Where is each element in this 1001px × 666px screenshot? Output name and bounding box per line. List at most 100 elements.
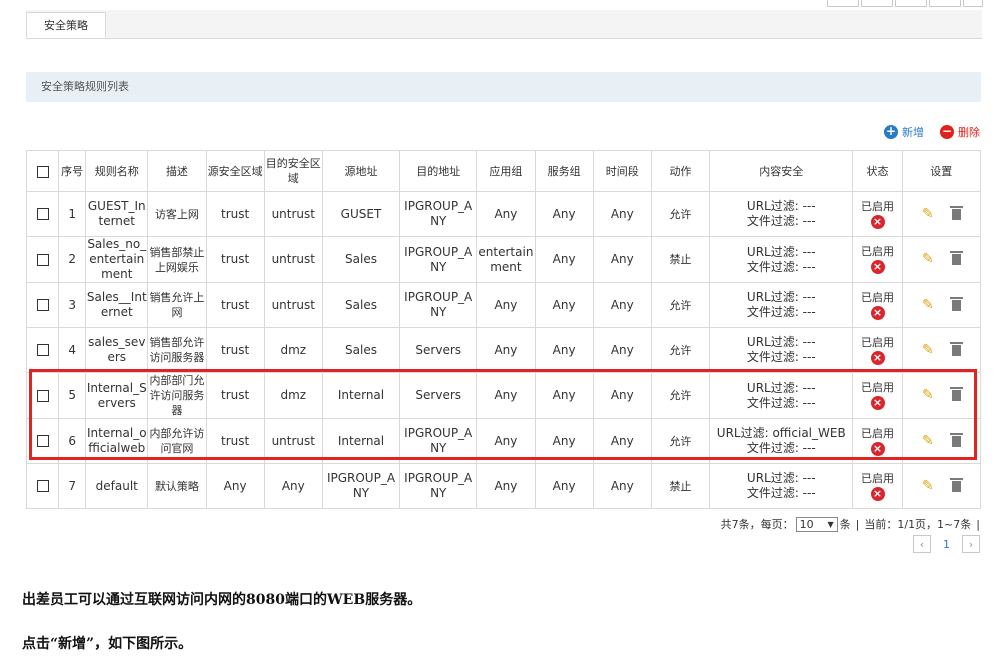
row-checkbox[interactable] bbox=[36, 480, 49, 492]
status-text: 已启用 bbox=[861, 335, 895, 349]
trash-icon[interactable] bbox=[949, 341, 963, 356]
dropdown-arrow-icon: ▼ bbox=[827, 519, 834, 529]
edit-icon[interactable]: ✎ bbox=[922, 433, 934, 449]
cell-dst_addr: IPGROUP_ANY bbox=[399, 418, 478, 464]
trash-icon[interactable] bbox=[949, 205, 963, 220]
cell-status: 已启用 × bbox=[852, 282, 903, 328]
url-filter: URL过滤: --- bbox=[746, 335, 816, 349]
column-header: 时间段 bbox=[592, 150, 652, 192]
url-filter: URL过滤: --- bbox=[746, 244, 816, 259]
cell-time: Any bbox=[592, 418, 652, 464]
trash-icon[interactable] bbox=[949, 296, 963, 311]
cell-dst_addr: IPGROUP_ANY bbox=[399, 191, 478, 237]
cell-src_addr: Internal bbox=[321, 418, 401, 464]
row-checkbox[interactable] bbox=[36, 344, 49, 356]
per-page-select[interactable]: 10 ▼ bbox=[795, 516, 838, 532]
row-checkbox[interactable] bbox=[36, 253, 49, 266]
page-number[interactable]: 1 bbox=[943, 538, 950, 551]
checkbox-cell bbox=[25, 418, 60, 464]
prev-page-button[interactable]: ‹ bbox=[913, 535, 931, 553]
cell-src_zone: trust bbox=[205, 372, 265, 419]
trash-icon[interactable] bbox=[949, 477, 963, 492]
select-all-checkbox[interactable] bbox=[36, 165, 49, 178]
cell-no: 4 bbox=[58, 327, 87, 373]
disable-icon[interactable]: × bbox=[870, 305, 885, 320]
column-header: 服务组 bbox=[534, 150, 594, 192]
cell-src_addr: Internal bbox=[321, 372, 401, 419]
toolbar-button[interactable] bbox=[861, 0, 893, 7]
disable-icon[interactable]: × bbox=[870, 350, 885, 365]
cell-service: Any bbox=[534, 191, 594, 237]
cell-settings: ✎ bbox=[901, 327, 982, 373]
note-text: 点击“新增”，如下图所示。 bbox=[22, 636, 193, 652]
edit-icon[interactable]: ✎ bbox=[922, 342, 934, 358]
column-header: 应用组 bbox=[476, 150, 536, 192]
cell-service: Any bbox=[534, 372, 594, 419]
disable-icon[interactable]: × bbox=[870, 214, 885, 229]
table-row: 5 Internal_Servers 内部部门允许访问服务器 trust dmz Inte… bbox=[25, 372, 982, 419]
row-checkbox[interactable] bbox=[36, 299, 49, 311]
delete-button[interactable]: − 删除 bbox=[940, 124, 980, 140]
file-filter: 文件过滤: --- bbox=[746, 395, 816, 410]
table-row: 1 GUEST_Internet 访客上网 trust untrust GUSET IPGR… bbox=[25, 191, 982, 237]
cell-app: Any bbox=[476, 282, 536, 328]
column-header: 规则名称 bbox=[85, 150, 149, 192]
toolbar-button[interactable] bbox=[929, 0, 961, 7]
toolbar-button[interactable] bbox=[827, 0, 859, 7]
cell-time: Any bbox=[592, 372, 652, 419]
status-text: 已启用 bbox=[861, 245, 895, 258]
cell-name: default bbox=[85, 463, 149, 509]
table-row: 3 Sales__Internet 销售允许上网 trust untrust Sales I… bbox=[25, 282, 982, 328]
row-checkbox[interactable] bbox=[36, 389, 49, 402]
column-header: 状态 bbox=[852, 150, 903, 192]
url-filter: URL过滤: --- bbox=[746, 290, 816, 304]
table-row: 7 default 默认策略 Any Any IPGROUP_ANY IPGROUP_ANY… bbox=[25, 463, 982, 509]
cell-src_addr: IPGROUP_ANY bbox=[321, 463, 401, 509]
cell-dst_zone: Any bbox=[263, 463, 323, 509]
cell-src_addr: Sales bbox=[321, 236, 401, 283]
cell-settings: ✎ bbox=[901, 282, 982, 328]
tab-bar: 安全策略 bbox=[26, 10, 982, 39]
cell-dst_addr: IPGROUP_ANY bbox=[399, 236, 478, 283]
cell-action: 禁止 bbox=[650, 236, 711, 283]
toolbar-button[interactable] bbox=[895, 0, 927, 7]
cell-action: 允许 bbox=[650, 418, 711, 464]
cell-app: Any bbox=[476, 463, 536, 509]
separator: | bbox=[855, 517, 860, 531]
cell-time: Any bbox=[592, 191, 652, 237]
edit-icon[interactable]: ✎ bbox=[922, 206, 934, 222]
cell-status: 已启用 × bbox=[852, 418, 903, 464]
table-row: 2 Sales_no_entertainment 销售部禁止上网娱乐 trust unt… bbox=[25, 236, 982, 283]
next-page-button[interactable]: › bbox=[962, 535, 980, 553]
cell-desc: 销售允许上网 bbox=[147, 282, 207, 328]
row-checkbox[interactable] bbox=[36, 208, 49, 220]
trash-icon[interactable] bbox=[949, 251, 963, 265]
tab-security-policy[interactable]: 安全策略 bbox=[26, 12, 106, 38]
edit-icon[interactable]: ✎ bbox=[922, 388, 934, 403]
disable-icon[interactable]: × bbox=[870, 486, 885, 501]
cell-dst_zone: untrust bbox=[263, 418, 323, 464]
disable-icon[interactable]: × bbox=[870, 441, 885, 456]
table-actions: + 新增 − 删除 bbox=[868, 124, 980, 140]
add-button[interactable]: + 新增 bbox=[884, 124, 924, 140]
toolbar-button[interactable] bbox=[963, 0, 983, 7]
edit-icon[interactable]: ✎ bbox=[922, 297, 934, 313]
row-checkbox[interactable] bbox=[36, 435, 49, 447]
checkbox-cell bbox=[25, 236, 60, 283]
status-text: 已启用 bbox=[861, 426, 895, 440]
disable-icon[interactable]: × bbox=[870, 396, 885, 410]
url-filter: URL过滤: --- bbox=[746, 471, 816, 485]
file-filter: 文件过滤: --- bbox=[746, 486, 816, 500]
cell-content-security: URL过滤: --- 文件过滤: --- bbox=[709, 236, 854, 283]
cell-service: Any bbox=[534, 282, 594, 328]
edit-icon[interactable]: ✎ bbox=[922, 252, 934, 267]
edit-icon[interactable]: ✎ bbox=[922, 478, 934, 494]
cell-dst_addr: IPGROUP_ANY bbox=[399, 282, 478, 328]
cell-content-security: URL过滤: official_WEB 文件过滤: --- bbox=[709, 418, 854, 464]
policy-table: 序号 规则名称 描述 源安全区域 目的安全区域 源地址 目的地址 应用组 服务组… bbox=[25, 150, 982, 509]
trash-icon[interactable] bbox=[949, 387, 963, 401]
select-all-cell bbox=[25, 150, 60, 192]
cell-app: Any bbox=[476, 418, 536, 464]
trash-icon[interactable] bbox=[949, 432, 963, 447]
disable-icon[interactable]: × bbox=[870, 260, 885, 274]
